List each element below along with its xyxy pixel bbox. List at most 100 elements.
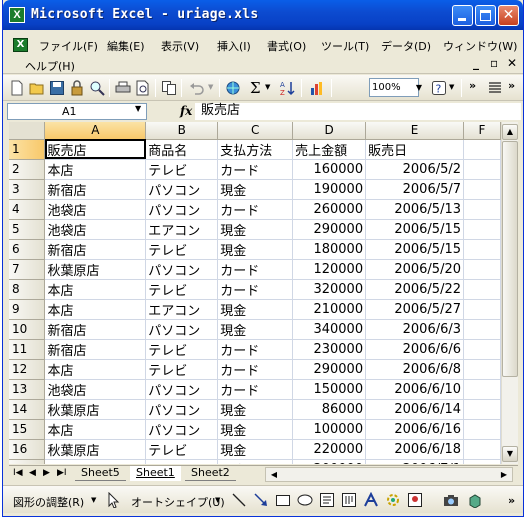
grid-cell[interactable]: 190000 <box>292 179 367 200</box>
grid-cell[interactable]: 現金 <box>217 459 294 464</box>
grid-cell[interactable]: カード <box>217 379 294 400</box>
textbox-icon[interactable] <box>319 492 335 508</box>
grid-cell[interactable]: 新宿店 <box>44 339 147 360</box>
help-icon[interactable]: ? <box>431 80 447 96</box>
grid-cell[interactable]: 支払方法 <box>217 139 294 160</box>
vertical-scrollbar[interactable]: ▲ ▼ <box>501 122 518 464</box>
new-icon[interactable] <box>9 80 25 96</box>
name-box[interactable]: A1 <box>7 103 147 120</box>
grid-cell[interactable]: 商品名 <box>145 139 219 160</box>
grid-cell[interactable]: 180000 <box>292 239 367 260</box>
grid-cell[interactable]: テレビ <box>145 239 219 260</box>
fill-color-icon[interactable] <box>467 492 483 508</box>
grid-cell[interactable]: テレビ <box>145 459 219 464</box>
save-icon[interactable] <box>49 80 65 96</box>
grid-cell[interactable] <box>463 239 501 260</box>
grid-cell[interactable]: 本店 <box>44 419 147 440</box>
undo-dropdown-icon[interactable]: ▼ <box>208 83 213 91</box>
grid-cell[interactable]: 2006/6/14 <box>365 399 465 420</box>
grid-cell[interactable]: テレビ <box>145 359 219 380</box>
hyperlink-icon[interactable] <box>225 80 241 96</box>
grid-cell[interactable]: 現金 <box>217 399 294 420</box>
menu-data[interactable]: データ(D) <box>381 38 431 54</box>
grid-cell[interactable]: 秋葉原店 <box>44 439 147 460</box>
clip-art-icon[interactable] <box>407 492 423 508</box>
open-icon[interactable] <box>29 80 45 96</box>
grid-cell[interactable]: 100000 <box>292 419 367 440</box>
menu-format[interactable]: 書式(O) <box>267 38 306 54</box>
zoom-dropdown-icon[interactable]: ▼ <box>412 78 426 97</box>
excel-app-icon[interactable]: X <box>9 7 25 23</box>
autoshape-menu[interactable]: オートシェイプ(U) <box>131 494 225 510</box>
grid-cell[interactable]: 2006/6/3 <box>365 319 465 340</box>
grid-cell[interactable]: エアコン <box>145 299 219 320</box>
grid-cell[interactable]: 2006/5/2 <box>365 159 465 180</box>
grid-cell[interactable]: 290000 <box>292 359 367 380</box>
grid-cell[interactable]: 本店 <box>44 279 147 300</box>
autoshape-dropdown-icon[interactable]: ▼ <box>215 496 220 504</box>
grid-cell[interactable]: 秋葉原店 <box>44 259 147 280</box>
grid-cell[interactable]: 秋葉原店 <box>44 399 147 420</box>
grid-cell[interactable]: 現金 <box>217 219 294 240</box>
grid-cell[interactable] <box>463 259 501 280</box>
grid-cell[interactable]: 340000 <box>292 319 367 340</box>
row-header[interactable]: 10 <box>9 319 46 340</box>
grid-cell[interactable]: 2006/6/10 <box>365 379 465 400</box>
undo-icon[interactable] <box>189 80 205 96</box>
maximize-button[interactable] <box>475 5 496 26</box>
grid-cell[interactable] <box>463 219 501 240</box>
grid-cell[interactable]: パソコン <box>145 319 219 340</box>
grid-cell[interactable]: 2006/6/18 <box>365 439 465 460</box>
tab-sheet5[interactable]: Sheet5 <box>75 466 126 481</box>
grid-cell[interactable]: 2006/5/27 <box>365 299 465 320</box>
grid-cell[interactable]: テレビ <box>145 279 219 300</box>
minimize-button[interactable] <box>452 5 473 26</box>
grid-cell[interactable]: 230000 <box>292 339 367 360</box>
grid-cell[interactable] <box>463 419 501 440</box>
grid-cell[interactable] <box>463 159 501 180</box>
grid-cell[interactable]: 現金 <box>217 439 294 460</box>
grid-cell[interactable]: 池袋店 <box>44 219 147 240</box>
wordart-icon[interactable] <box>363 492 379 508</box>
grid-cell[interactable]: 160000 <box>292 159 367 180</box>
grid-cell[interactable]: テレビ <box>145 339 219 360</box>
menu-edit[interactable]: 編集(E) <box>107 38 145 54</box>
grid-cell[interactable]: 現金 <box>217 319 294 340</box>
menu-window[interactable]: ウィンドウ(W) <box>443 38 517 54</box>
grid-cell[interactable]: 本店 <box>44 299 147 320</box>
row-header[interactable]: 1 <box>9 139 46 160</box>
grid-cell[interactable]: パソコン <box>145 379 219 400</box>
row-header[interactable]: 7 <box>9 259 46 280</box>
print-icon[interactable] <box>115 80 131 96</box>
menu-insert[interactable]: 挿入(I) <box>217 38 251 54</box>
grid-cell[interactable]: 池袋店 <box>44 379 147 400</box>
row-header[interactable]: 11 <box>9 339 46 360</box>
worksheet-table[interactable]: A B C D E F 1 販売店 商品名 支払方法 売上金額 販売日 2 本店 テレビ カード 1… <box>9 122 501 464</box>
grid-cell[interactable]: 新宿店 <box>44 179 147 200</box>
grid-cell[interactable] <box>463 379 501 400</box>
close-button[interactable]: ✕ <box>498 5 519 26</box>
grid-cell[interactable]: 本店 <box>44 159 147 180</box>
grid-cell[interactable]: 2006/5/15 <box>365 219 465 240</box>
arrow-icon[interactable] <box>253 492 269 508</box>
drawing-more-icon[interactable]: » <box>508 494 515 507</box>
grid-cell[interactable]: 120000 <box>292 259 367 280</box>
grid-cell[interactable]: 260000 <box>292 199 367 220</box>
column-header[interactable]: C <box>217 122 294 140</box>
tab-sheet2[interactable]: Sheet2 <box>185 466 236 481</box>
column-header[interactable]: B <box>145 122 219 140</box>
help-dropdown-icon[interactable]: ▼ <box>449 83 454 91</box>
scroll-right-button[interactable]: ▶ <box>497 468 511 481</box>
grid-cell[interactable] <box>463 299 501 320</box>
grid-cell[interactable]: 2006/5/20 <box>365 259 465 280</box>
grid-cell[interactable] <box>463 459 501 464</box>
horizontal-scrollbar[interactable]: ◀ ▶ <box>265 467 513 482</box>
toolbar-options-icon[interactable]: » <box>469 79 476 92</box>
search-icon[interactable] <box>89 80 105 96</box>
first-sheet-button[interactable]: I◀ <box>13 468 23 478</box>
grid-cell[interactable]: 2006/5/22 <box>365 279 465 300</box>
grid-cell[interactable]: 現金 <box>217 239 294 260</box>
mdi-restore-button[interactable]: ▫ <box>490 56 498 70</box>
permission-icon[interactable] <box>69 80 85 96</box>
line-icon[interactable] <box>231 492 247 508</box>
